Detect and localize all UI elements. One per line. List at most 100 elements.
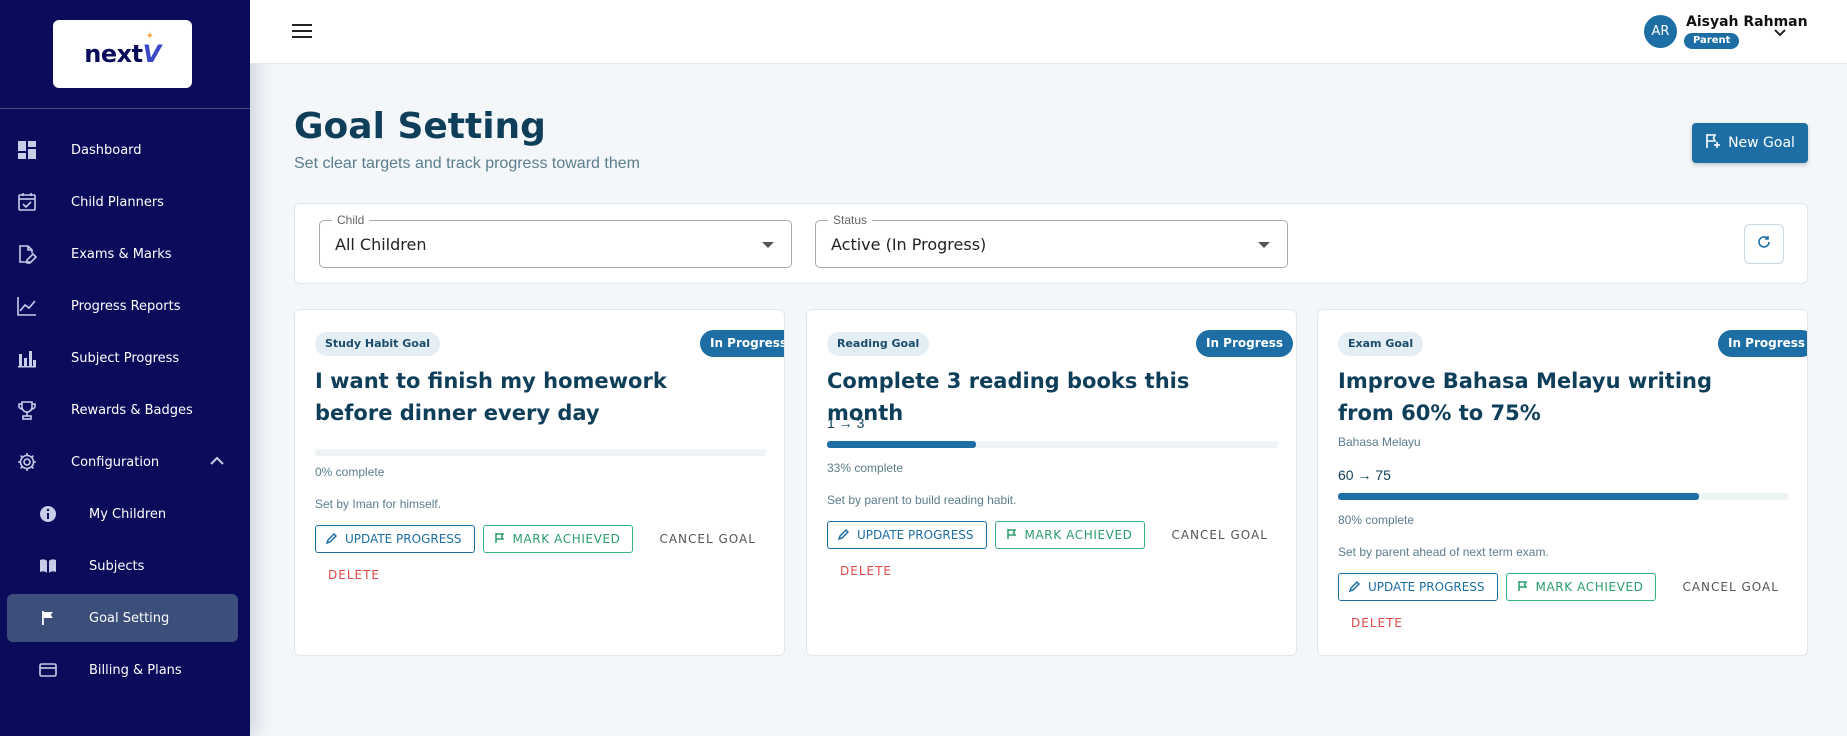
dashboard-icon (16, 139, 38, 161)
goal-card: Reading Goal In Progress Complete 3 read… (806, 309, 1297, 656)
goal-card: Exam Goal In Progress Improve Bahasa Mel… (1317, 309, 1808, 656)
sidebar-item-goal-setting[interactable]: Goal Setting (7, 594, 238, 642)
caret-down-icon (762, 242, 774, 248)
role-badge: Parent (1684, 33, 1740, 49)
filter-panel: Child All Children Status Active (In Pro… (294, 203, 1808, 284)
update-progress-label: UPDATE PROGRESS (1368, 580, 1485, 594)
sidebar-item-subject-progress[interactable]: Subject Progress (0, 334, 250, 382)
caret-down-icon (1258, 242, 1270, 248)
new-goal-label: New Goal (1728, 135, 1795, 151)
progress-bar (315, 449, 766, 456)
new-goal-button[interactable]: New Goal (1692, 123, 1808, 163)
mark-achieved-label: MARK ACHIEVED (512, 532, 621, 546)
gear-icon (16, 451, 38, 473)
status-select-value: Active (In Progress) (831, 235, 987, 254)
sidebar-item-billing-plans[interactable]: Billing & Plans (0, 646, 250, 694)
pencil-icon (325, 532, 338, 547)
sidebar-item-exams-marks[interactable]: Exams & Marks (0, 230, 250, 278)
update-progress-button[interactable]: UPDATE PROGRESS (827, 521, 987, 549)
goal-note: Set by parent to build reading habit. (827, 493, 1017, 507)
mark-achieved-label: MARK ACHIEVED (1024, 528, 1133, 542)
cancel-goal-button[interactable]: CANCEL GOAL (1670, 573, 1790, 601)
calendar-check-icon (16, 191, 38, 213)
info-icon (37, 503, 59, 525)
delete-button[interactable]: DELETE (328, 568, 380, 582)
pencil-icon (837, 528, 850, 543)
progress-bar (827, 441, 1278, 448)
flag-icon (37, 607, 59, 629)
sidebar-item-my-children[interactable]: My Children (0, 490, 250, 538)
status-badge: In Progress (1196, 330, 1294, 357)
complete-text: 33% complete (827, 461, 904, 475)
goal-actions: UPDATE PROGRESS MARK ACHIEVED CANCEL GOA… (827, 521, 1280, 549)
complete-text: 0% complete (315, 465, 385, 479)
mark-achieved-button[interactable]: MARK ACHIEVED (994, 521, 1146, 549)
sidebar-item-dashboard[interactable]: Dashboard (0, 126, 250, 174)
progress-bar (1338, 493, 1789, 500)
goal-range: 60 → 75 (1338, 467, 1391, 483)
complete-text: 80% complete (1338, 513, 1415, 527)
delete-button[interactable]: DELETE (1351, 616, 1403, 630)
goal-card: Study Habit Goal In Progress I want to f… (294, 309, 785, 656)
sidebar-item-configuration[interactable]: Configuration (0, 438, 250, 486)
brand-logo[interactable]: nextV ✦ (53, 20, 192, 88)
flag-icon (1517, 580, 1529, 595)
sidebar-item-subjects[interactable]: Subjects (0, 542, 250, 590)
goal-title: Complete 3 reading books this month (827, 369, 1190, 425)
goal-type-chip: Exam Goal (1338, 332, 1424, 356)
sidebar-item-label: Billing & Plans (89, 662, 182, 678)
goal-note: Set by parent ahead of next term exam. (1338, 545, 1549, 559)
goal-subject: Bahasa Melayu (1338, 435, 1421, 449)
cancel-goal-button[interactable]: CANCEL GOAL (647, 525, 767, 553)
status-select-label: Status (828, 213, 873, 227)
cancel-goal-button[interactable]: CANCEL GOAL (1159, 521, 1279, 549)
sidebar-item-label: Dashboard (71, 142, 142, 158)
mark-achieved-button[interactable]: MARK ACHIEVED (1505, 573, 1657, 601)
update-progress-button[interactable]: UPDATE PROGRESS (1338, 573, 1498, 601)
chevron-down-icon[interactable] (1774, 24, 1786, 42)
goal-title: Improve Bahasa Melayu writing from 60% t… (1338, 369, 1713, 425)
page-title: Goal Setting (294, 106, 546, 147)
sidebar: nextV ✦ Dashboard Child Planners Exams & … (0, 0, 250, 736)
sidebar-item-label: Child Planners (71, 194, 164, 210)
goal-actions: UPDATE PROGRESS MARK ACHIEVED CANCEL GOA… (1338, 573, 1791, 601)
document-edit-icon (16, 243, 38, 265)
child-select-label: Child (332, 213, 370, 227)
goal-type-chip: Study Habit Goal (315, 332, 441, 356)
update-progress-button[interactable]: UPDATE PROGRESS (315, 525, 475, 553)
line-chart-icon (16, 295, 38, 317)
mark-achieved-label: MARK ACHIEVED (1535, 580, 1644, 594)
flag-icon (494, 532, 506, 547)
sidebar-item-progress-reports[interactable]: Progress Reports (0, 282, 250, 330)
avatar[interactable]: AR (1644, 15, 1677, 48)
status-select[interactable]: Status Active (In Progress) (815, 213, 1288, 268)
goal-actions: UPDATE PROGRESS MARK ACHIEVED CANCEL GOA… (315, 525, 768, 553)
delete-button[interactable]: DELETE (840, 564, 892, 578)
progress-fill (1338, 493, 1699, 500)
bar-chart-icon (16, 347, 38, 369)
user-name[interactable]: Aisyah Rahman (1686, 14, 1808, 30)
chevron-up-icon[interactable] (210, 455, 224, 470)
progress-fill (827, 441, 976, 448)
sidebar-item-rewards-badges[interactable]: Rewards & Badges (0, 386, 250, 434)
goal-note: Set by Iman for himself. (315, 497, 442, 511)
page-subtitle: Set clear targets and track progress tow… (294, 155, 640, 172)
top-bar: AR Aisyah Rahman Parent (250, 0, 1847, 64)
card-icon (37, 659, 59, 681)
sidebar-item-label: Progress Reports (71, 298, 181, 314)
refresh-button[interactable] (1744, 224, 1784, 264)
sidebar-item-label: Rewards & Badges (71, 402, 193, 418)
sidebar-item-child-planners[interactable]: Child Planners (0, 178, 250, 226)
menu-icon[interactable] (292, 24, 312, 40)
child-select-value: All Children (335, 235, 427, 254)
flag-icon (1006, 528, 1018, 543)
add-flag-icon (1705, 133, 1721, 153)
sidebar-item-label: Subjects (89, 558, 145, 574)
mark-achieved-button[interactable]: MARK ACHIEVED (482, 525, 634, 553)
sidebar-item-label: Goal Setting (89, 610, 170, 626)
status-badge: In Progress (1718, 330, 1807, 357)
pencil-icon (1348, 580, 1361, 595)
child-select[interactable]: Child All Children (319, 213, 792, 268)
sidebar-divider (0, 108, 250, 109)
sidebar-item-label: Configuration (71, 454, 160, 470)
